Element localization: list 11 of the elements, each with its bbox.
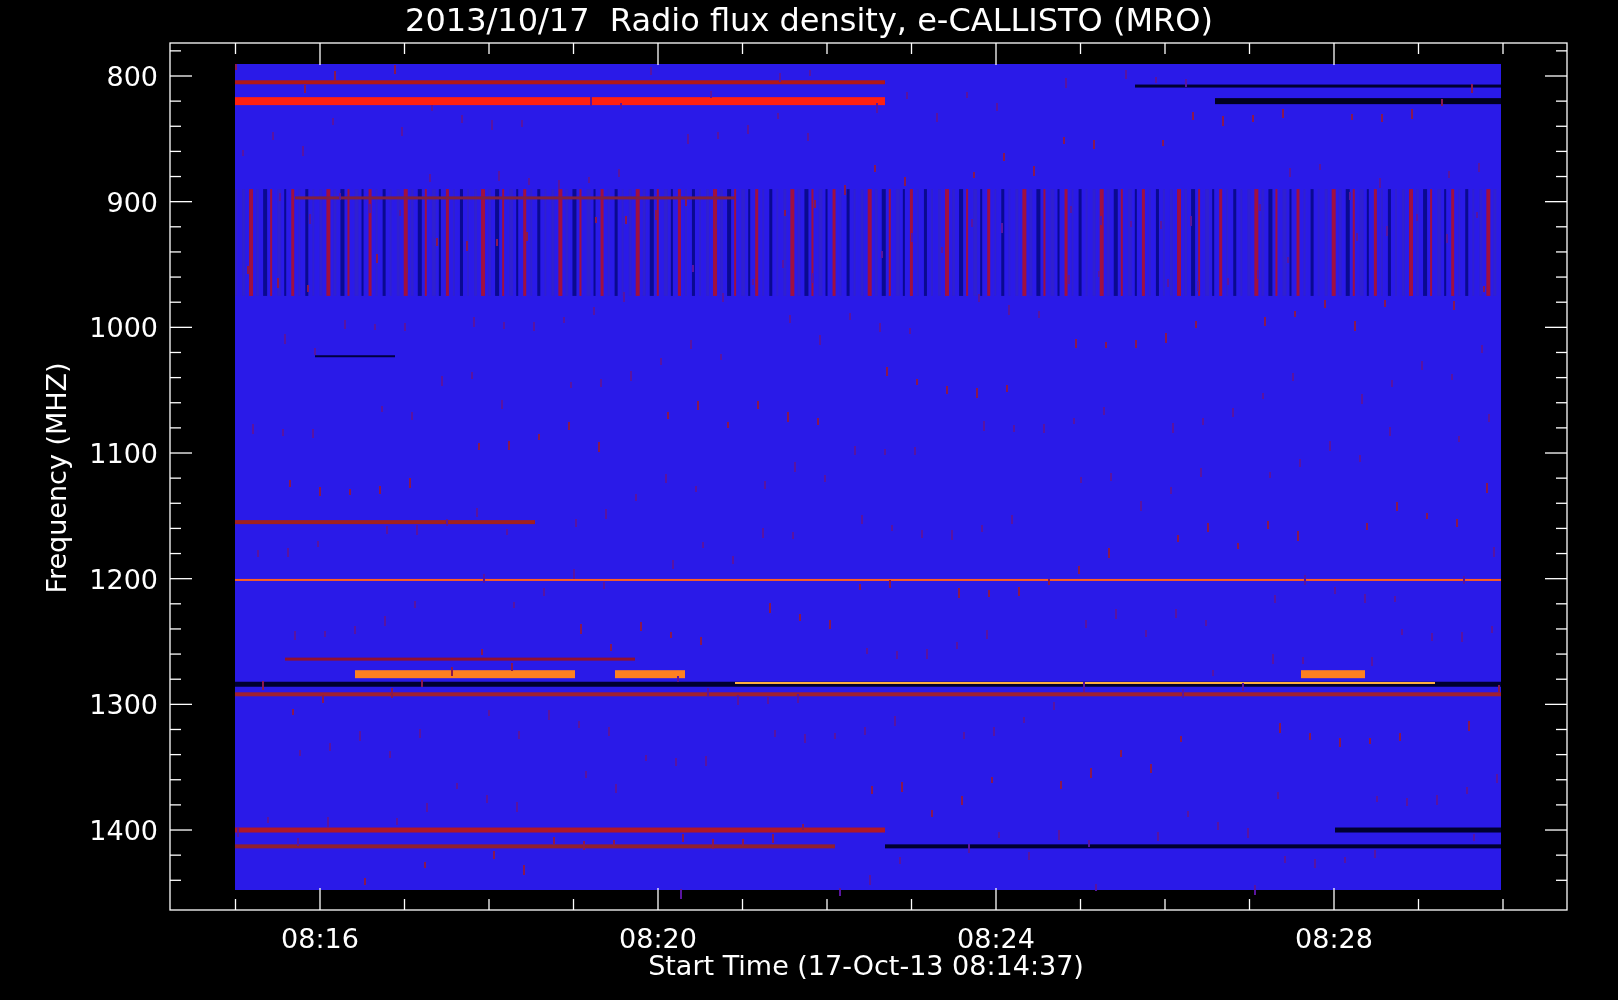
- y-tick-label: 1000: [89, 312, 158, 344]
- y-tick-label: 1400: [89, 815, 158, 846]
- y-tick-label: 1100: [89, 438, 158, 469]
- y-tick-label: 900: [106, 186, 158, 218]
- x-tick-label: 08:28: [1295, 923, 1373, 954]
- y-tick-label: 1300: [89, 689, 158, 721]
- y-tick-label: 800: [106, 61, 158, 92]
- x-tick-label: 08:16: [281, 923, 359, 954]
- plot-title: 2013/10/17 Radio flux density, e-CALLISTO (MRO): [405, 1, 1213, 39]
- y-axis-label: Frequency (MHZ): [41, 362, 72, 594]
- y-tick-label: 1200: [89, 563, 158, 595]
